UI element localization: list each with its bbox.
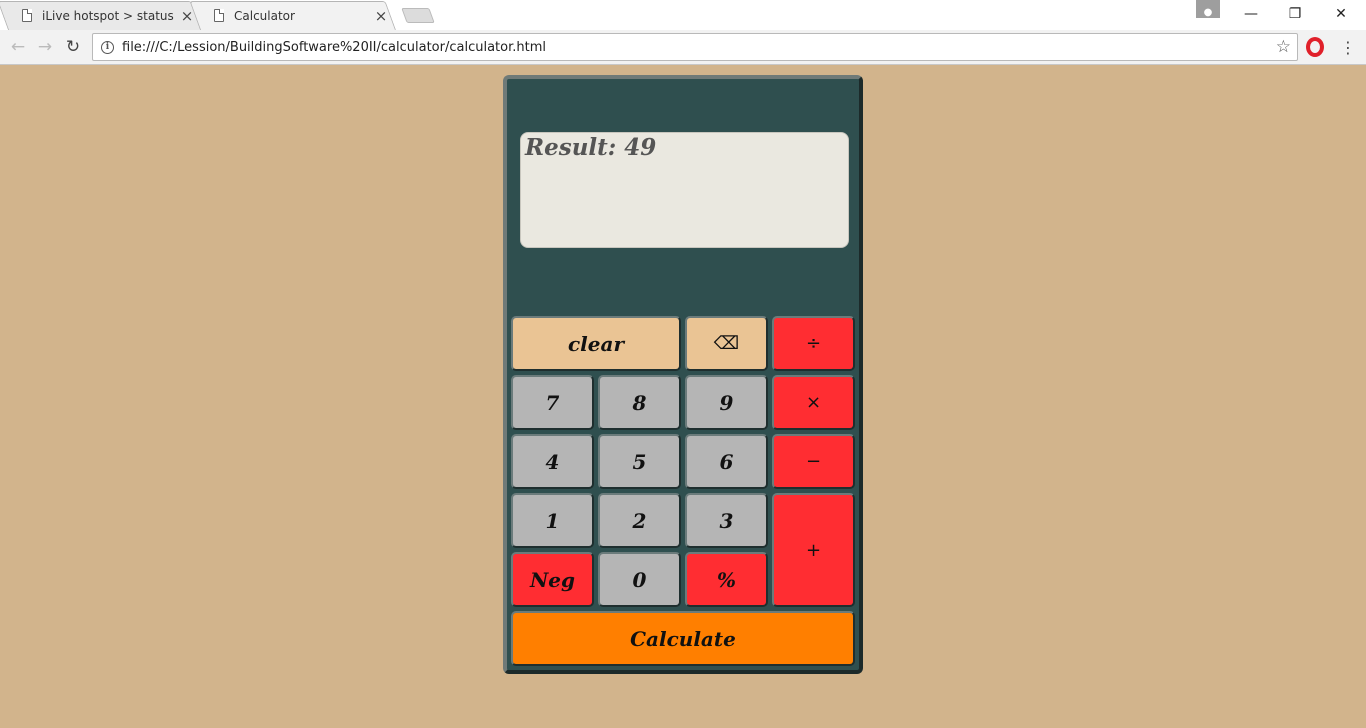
- tab-title: Calculator: [234, 8, 295, 23]
- digit-3-button[interactable]: 3: [685, 493, 768, 548]
- percent-button[interactable]: %: [685, 552, 768, 607]
- digit-7-button[interactable]: 7: [511, 375, 594, 430]
- page-icon: [214, 9, 224, 22]
- restore-button[interactable]: ❐: [1272, 0, 1318, 28]
- digit-4-button[interactable]: 4: [511, 434, 594, 489]
- result-text: Result: 49: [525, 134, 657, 161]
- add-button[interactable]: +: [772, 493, 855, 607]
- digit-9-button[interactable]: 9: [685, 375, 768, 430]
- url-text[interactable]: file:///C:/Lession/BuildingSoftware%20II…: [122, 40, 1276, 55]
- address-bar[interactable]: i file:///C:/Lession/BuildingSoftware%20…: [92, 33, 1298, 61]
- digit-0-button[interactable]: 0: [598, 552, 681, 607]
- result-display: Result: 49: [520, 132, 849, 248]
- page-icon: [22, 9, 32, 22]
- digit-8-button[interactable]: 8: [598, 375, 681, 430]
- opera-extension-icon[interactable]: [1306, 37, 1324, 57]
- tab-title: iLive hotspot > status: [42, 8, 174, 23]
- negate-button[interactable]: Neg: [511, 552, 594, 607]
- divide-button[interactable]: ÷: [772, 316, 855, 371]
- calculate-button[interactable]: Calculate: [511, 611, 855, 666]
- close-window-button[interactable]: ✕: [1318, 0, 1364, 28]
- reload-icon[interactable]: ↻: [61, 35, 85, 59]
- tab-ilive-hotspot[interactable]: iLive hotspot > status ×: [0, 1, 202, 30]
- calculator: Result: 49 clear ⌫ ÷ 7 8 9 × 4 5 6 − 1 2…: [503, 75, 863, 674]
- digit-6-button[interactable]: 6: [685, 434, 768, 489]
- bookmark-star-icon[interactable]: ☆: [1276, 37, 1291, 57]
- forward-arrow-icon[interactable]: →: [33, 35, 57, 59]
- multiply-button[interactable]: ×: [772, 375, 855, 430]
- subtract-button[interactable]: −: [772, 434, 855, 489]
- minimize-button[interactable]: —: [1228, 0, 1274, 28]
- browser-toolbar: ← → ↻ i file:///C:/Lession/BuildingSoftw…: [0, 30, 1366, 65]
- digit-2-button[interactable]: 2: [598, 493, 681, 548]
- profile-avatar-icon[interactable]: ●: [1196, 0, 1220, 18]
- tab-calculator[interactable]: Calculator ×: [189, 1, 396, 30]
- back-arrow-icon[interactable]: ←: [6, 35, 30, 59]
- tab-strip: iLive hotspot > status × Calculator × ● …: [0, 0, 1366, 30]
- new-tab-button[interactable]: [401, 8, 435, 23]
- digit-1-button[interactable]: 1: [511, 493, 594, 548]
- tab-close-icon[interactable]: ×: [374, 7, 388, 25]
- digit-5-button[interactable]: 5: [598, 434, 681, 489]
- browser-menu-icon[interactable]: ⋮: [1340, 36, 1356, 58]
- clear-button[interactable]: clear: [511, 316, 681, 371]
- backspace-button[interactable]: ⌫: [685, 316, 768, 371]
- site-info-icon[interactable]: i: [101, 40, 114, 54]
